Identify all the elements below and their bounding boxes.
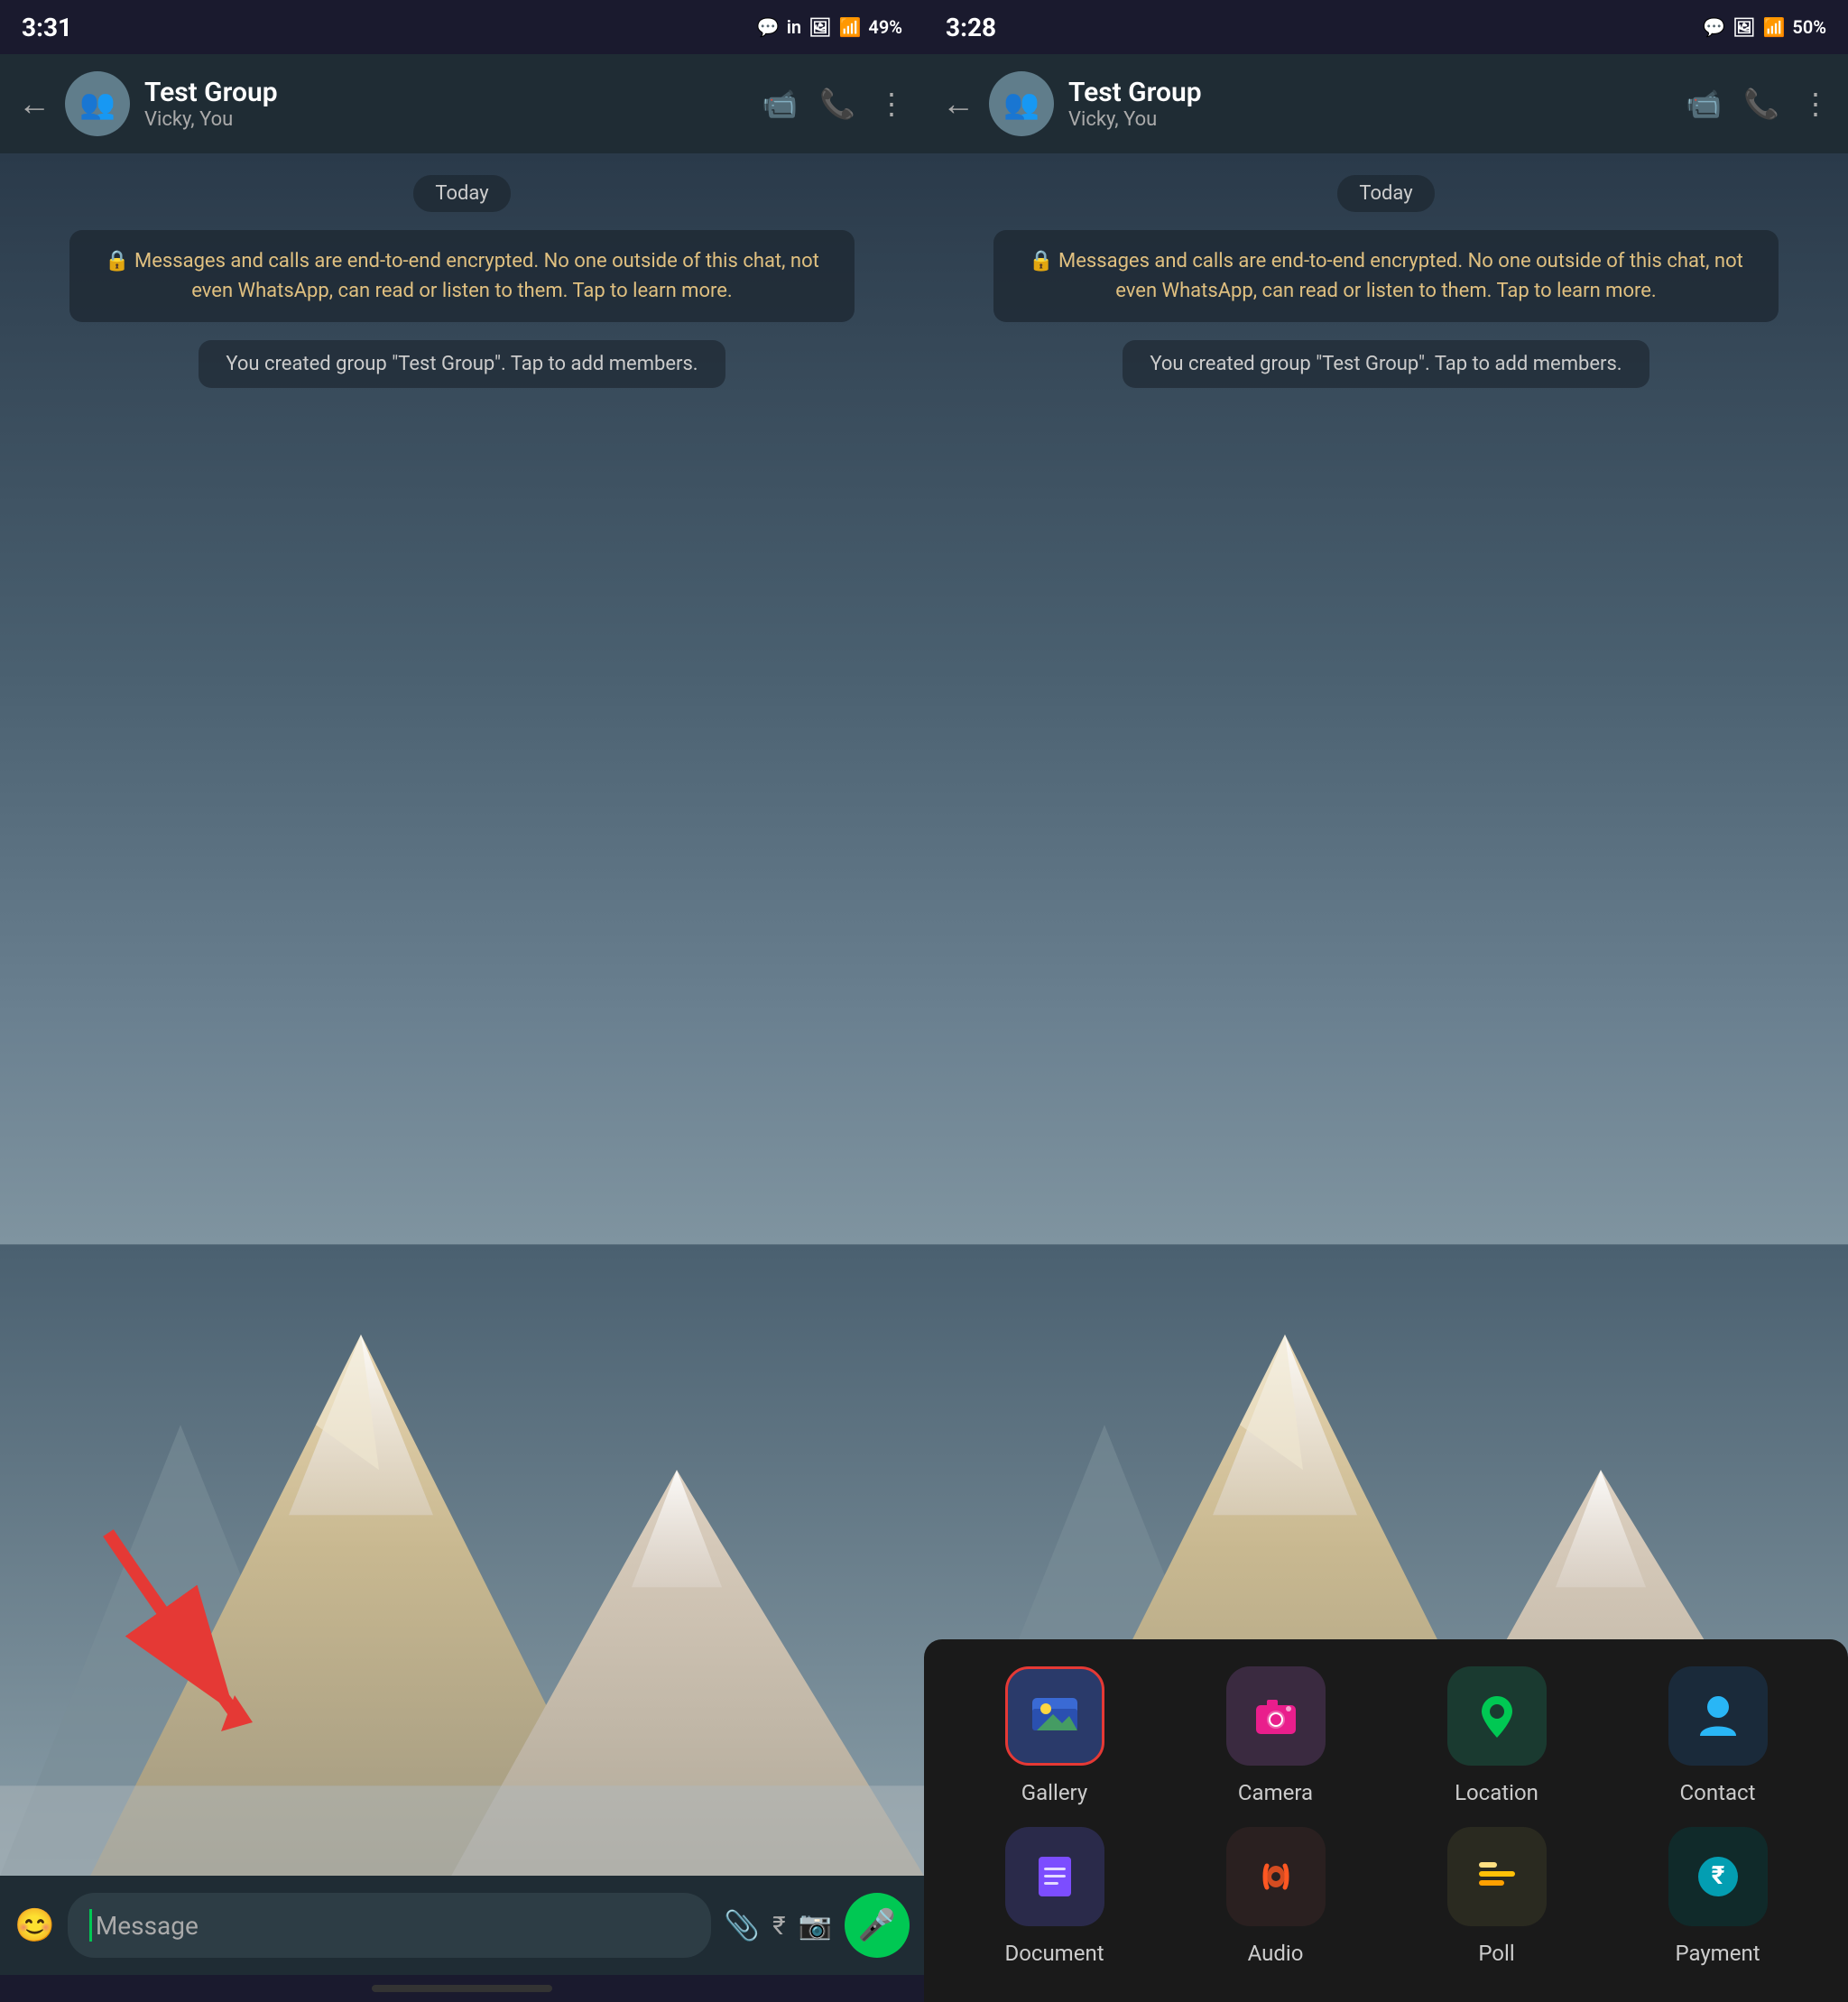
camera-icon-wrap (1226, 1666, 1326, 1766)
left-video-icon[interactable]: 📹 (762, 87, 798, 121)
contact-icon (1691, 1689, 1745, 1743)
right-chat-header: ← 👥 Test Group Vicky, You 📹 📞 ⋮ (924, 54, 1848, 153)
right-header-icons: 📹 📞 ⋮ (1686, 87, 1830, 121)
left-menu-icon[interactable]: ⋮ (877, 87, 906, 121)
location-icon (1470, 1689, 1524, 1743)
left-back-button[interactable]: ← (18, 85, 51, 123)
contact-label: Contact (1680, 1780, 1756, 1805)
camera-item[interactable]: Camera (1172, 1666, 1379, 1805)
payment-label: Payment (1675, 1941, 1760, 1966)
audio-icon (1249, 1850, 1303, 1904)
poll-label: Poll (1478, 1941, 1514, 1966)
poll-icon-wrap (1447, 1827, 1547, 1926)
linkedin-icon: in (787, 16, 801, 38)
poll-item[interactable]: Poll (1393, 1827, 1600, 1966)
left-bottom-bar (0, 1975, 924, 2002)
right-whatsapp-icon: 💬 (1703, 16, 1725, 38)
left-call-icon[interactable]: 📞 (819, 87, 855, 121)
right-group-name: Test Group (1068, 77, 1671, 108)
left-mic-icon: 🎤 (858, 1907, 896, 1943)
signal-icon: 📶 (838, 16, 861, 38)
right-chat-background: Today 🔒 Messages and calls are end-to-en… (924, 153, 1848, 1876)
left-date-badge: Today (413, 175, 510, 212)
right-chat-info: Test Group Vicky, You (1068, 77, 1671, 131)
audio-item[interactable]: Audio (1172, 1827, 1379, 1966)
left-group-name: Test Group (144, 77, 747, 108)
contact-item[interactable]: Contact (1614, 1666, 1821, 1805)
document-icon-wrap (1005, 1827, 1104, 1926)
left-status-icons: 💬 in 🖼 📶 49% (757, 16, 902, 38)
left-message-input[interactable]: Message (68, 1893, 711, 1958)
document-icon (1028, 1850, 1082, 1904)
left-camera-button[interactable]: 📷 (799, 1910, 832, 1942)
right-status-icons: 💬 🖼 📶 50% (1703, 16, 1826, 38)
right-group-created-msg: You created group "Test Group". Tap to a… (1123, 340, 1649, 388)
document-item[interactable]: Document (951, 1827, 1158, 1966)
poll-icon (1470, 1850, 1524, 1904)
right-phone-panel: 3:28 💬 🖼 📶 50% ← 👥 Test Group Vicky, You… (924, 0, 1848, 2002)
left-header-icons: 📹 📞 ⋮ (762, 87, 906, 121)
left-status-bar: 3:31 💬 in 🖼 📶 49% (0, 0, 924, 54)
audio-icon-wrap (1226, 1827, 1326, 1926)
contact-icon-wrap (1668, 1666, 1768, 1766)
left-attach-button[interactable]: 📎 (724, 1908, 760, 1942)
svg-text:₹: ₹ (1711, 1860, 1724, 1890)
left-group-avatar: 👥 (65, 71, 130, 136)
right-time: 3:28 (946, 13, 996, 42)
gallery-icon (1028, 1689, 1082, 1743)
attach-grid: Gallery Camera (951, 1666, 1821, 1966)
audio-label: Audio (1248, 1941, 1304, 1966)
left-group-created-msg: You created group "Test Group". Tap to a… (199, 340, 725, 388)
right-signal-icon: 📶 (1762, 16, 1785, 38)
left-chat-content: Today 🔒 Messages and calls are end-to-en… (0, 153, 924, 1876)
location-label: Location (1455, 1780, 1538, 1805)
attachment-menu: Gallery Camera (924, 1639, 1848, 2002)
left-input-bar: 😊 Message 📎 ₹ 📷 🎤 (0, 1876, 924, 1975)
right-battery: 50% (1792, 16, 1826, 38)
payment-icon: ₹ (1691, 1850, 1745, 1904)
left-phone-panel: 3:31 💬 in 🖼 📶 49% ← 👥 Test Group Vicky, … (0, 0, 924, 2002)
left-mic-button[interactable]: 🎤 (845, 1893, 910, 1958)
left-emoji-button[interactable]: 😊 (14, 1906, 55, 1944)
right-date-badge: Today (1337, 175, 1434, 212)
right-menu-icon[interactable]: ⋮ (1801, 87, 1830, 121)
location-icon-wrap (1447, 1666, 1547, 1766)
camera-icon (1249, 1689, 1303, 1743)
camera-label: Camera (1238, 1780, 1313, 1805)
right-status-bar: 3:28 💬 🖼 📶 50% (924, 0, 1848, 54)
right-photo-icon: 🖼 (1732, 16, 1755, 38)
left-time: 3:31 (22, 13, 72, 42)
gallery-item[interactable]: Gallery (951, 1666, 1158, 1805)
left-input-placeholder: Message (96, 1911, 199, 1941)
location-item[interactable]: Location (1393, 1666, 1600, 1805)
right-group-subtitle: Vicky, You (1068, 108, 1671, 131)
left-chat-header: ← 👥 Test Group Vicky, You 📹 📞 ⋮ (0, 54, 924, 153)
gallery-label: Gallery (1021, 1780, 1088, 1805)
left-cursor (89, 1909, 92, 1942)
left-nav-indicator (372, 1985, 552, 1992)
gallery-icon-wrap (1005, 1666, 1104, 1766)
left-rupee-button[interactable]: ₹ (772, 1911, 785, 1941)
right-video-icon[interactable]: 📹 (1686, 87, 1722, 121)
payment-item[interactable]: ₹ Payment (1614, 1827, 1821, 1966)
right-chat-content: Today 🔒 Messages and calls are end-to-en… (924, 153, 1848, 1876)
left-group-subtitle: Vicky, You (144, 108, 747, 131)
photo-icon: 🖼 (808, 16, 831, 38)
document-label: Document (1004, 1941, 1104, 1966)
whatsapp-icon: 💬 (757, 16, 780, 38)
left-chat-background: Today 🔒 Messages and calls are end-to-en… (0, 153, 924, 1876)
right-back-button[interactable]: ← (942, 85, 975, 123)
payment-icon-wrap: ₹ (1668, 1827, 1768, 1926)
right-group-avatar: 👥 (989, 71, 1054, 136)
battery-left: 49% (868, 16, 902, 38)
right-encryption-msg: 🔒 Messages and calls are end-to-end encr… (993, 230, 1779, 322)
left-encryption-msg: 🔒 Messages and calls are end-to-end encr… (69, 230, 855, 322)
left-chat-info: Test Group Vicky, You (144, 77, 747, 131)
right-call-icon[interactable]: 📞 (1743, 87, 1779, 121)
